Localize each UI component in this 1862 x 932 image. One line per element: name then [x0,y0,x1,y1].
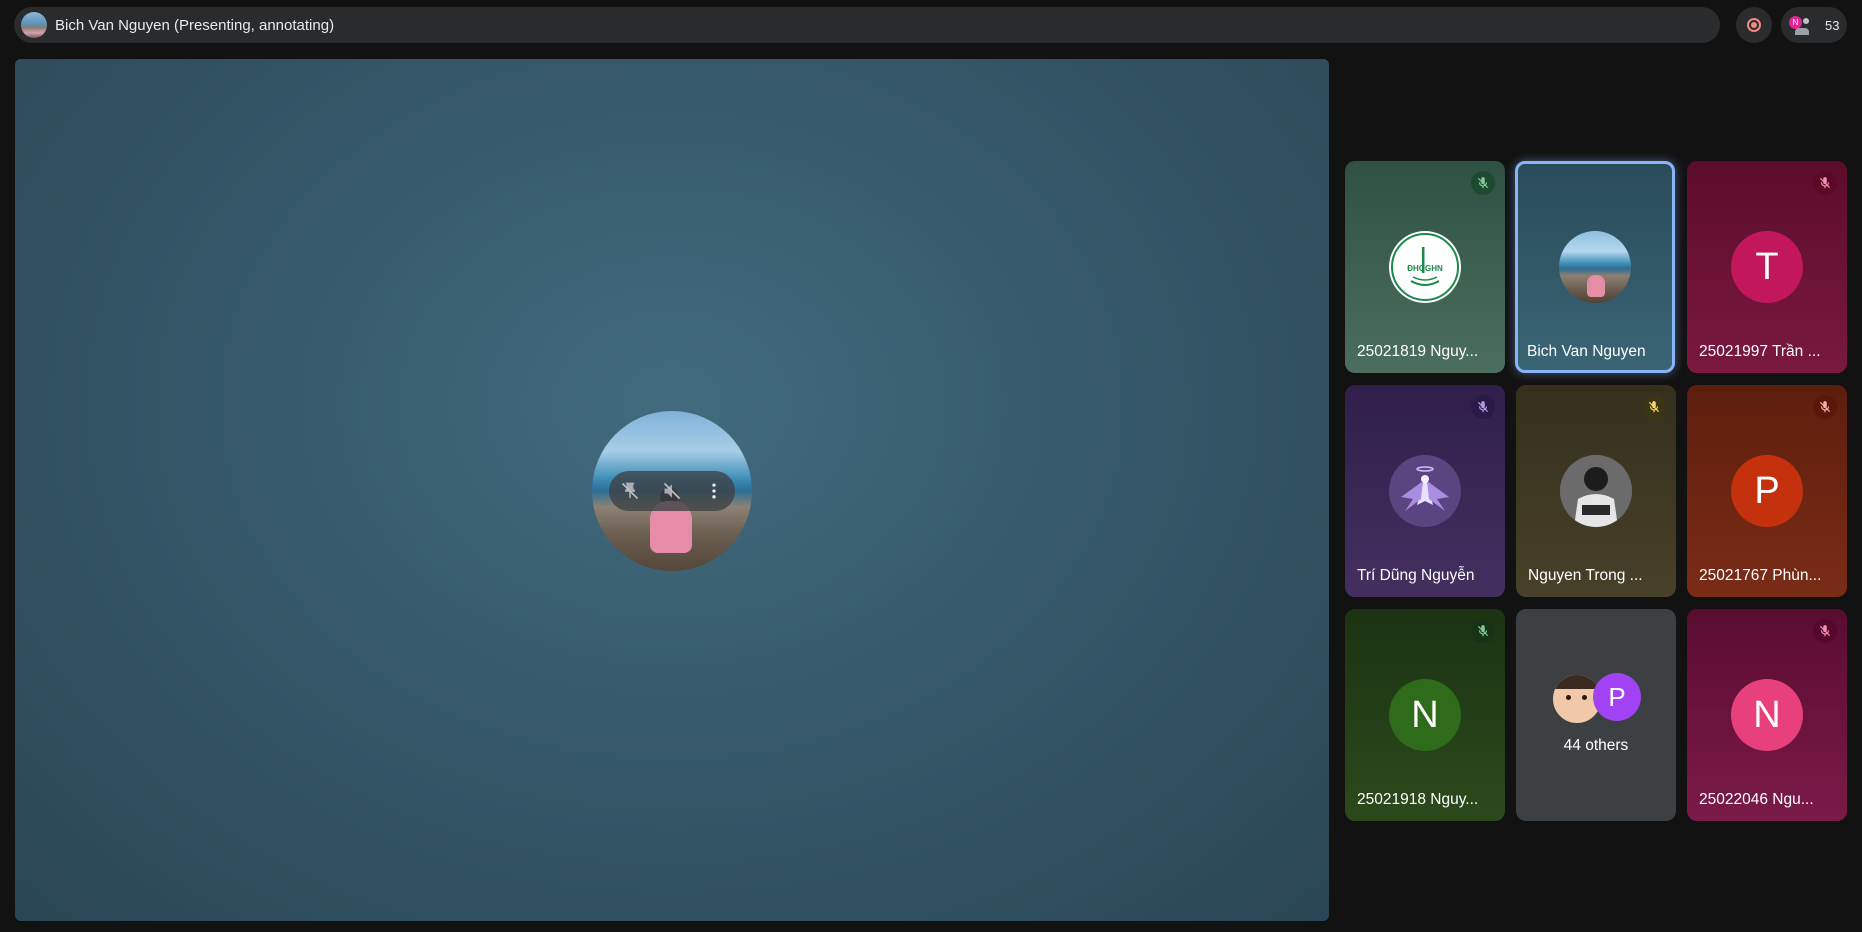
participant-count: 53 [1825,17,1840,33]
participant-avatar: P [1731,455,1803,527]
university-logo: ĐHQGHN [1389,231,1461,303]
mic-off-icon [1471,619,1495,643]
logo-text: ĐHQGHN [1407,264,1443,273]
participant-name: Bich Van Nguyen [1527,343,1646,360]
presenter-bar[interactable]: Bich Van Nguyen (Presenting, annotating) [14,7,1720,43]
mic-off-icon [1813,395,1837,419]
participant-avatar: N [1389,679,1461,751]
participant-tile[interactable]: N 25022046 Ngu... [1687,609,1847,821]
participant-image [1389,455,1461,527]
participant-tile[interactable]: N 25021918 Nguy... [1345,609,1505,821]
participant-tile[interactable]: ĐHQGHN 25021819 Nguy... [1345,161,1505,373]
participants-icon: N [1789,13,1813,37]
participant-avatar: N [1731,679,1803,751]
record-icon [1747,18,1761,32]
mic-off-icon [1642,395,1666,419]
participant-name: 25021819 Nguy... [1357,343,1479,360]
others-count-label: 44 others [1563,737,1629,754]
recording-button[interactable] [1736,7,1772,43]
participant-tile-active[interactable]: Bich Van Nguyen [1515,161,1675,373]
volume-off-icon[interactable] [657,476,687,506]
presenter-avatar [21,12,47,38]
participants-button[interactable]: N 53 [1781,7,1847,43]
participant-name: Trí Dũng Nguyễn [1357,567,1475,584]
participant-image [1560,455,1632,527]
participant-avatar: T [1731,231,1803,303]
participant-tile[interactable]: Nguyen Trong ... [1516,385,1676,597]
presentation-stage [15,59,1329,921]
participant-name: 25021918 Nguy... [1357,791,1479,808]
mic-off-icon [1813,619,1837,643]
participant-name: 25021767 Phùn... [1699,567,1822,584]
mic-off-icon [1471,395,1495,419]
mic-off-icon [1471,171,1495,195]
participant-tile[interactable]: P 25021767 Phùn... [1687,385,1847,597]
mic-off-icon [1813,171,1837,195]
presenter-title: Bich Van Nguyen (Presenting, annotating) [55,16,335,34]
participant-tile[interactable]: T 25021997 Trần ... [1687,161,1847,373]
tile-controls [609,471,735,511]
participant-tile[interactable]: Trí Dũng Nguyễn [1345,385,1505,597]
participant-avatar: P [1593,673,1641,721]
others-tile[interactable]: P 44 others [1516,609,1676,821]
participant-photo [1559,231,1631,303]
participant-name: Nguyen Trong ... [1528,567,1643,584]
pin-off-icon[interactable] [615,476,645,506]
more-vert-icon[interactable] [699,476,729,506]
participant-name: 25022046 Ngu... [1699,791,1814,808]
participant-name: 25021997 Trần ... [1699,343,1821,360]
